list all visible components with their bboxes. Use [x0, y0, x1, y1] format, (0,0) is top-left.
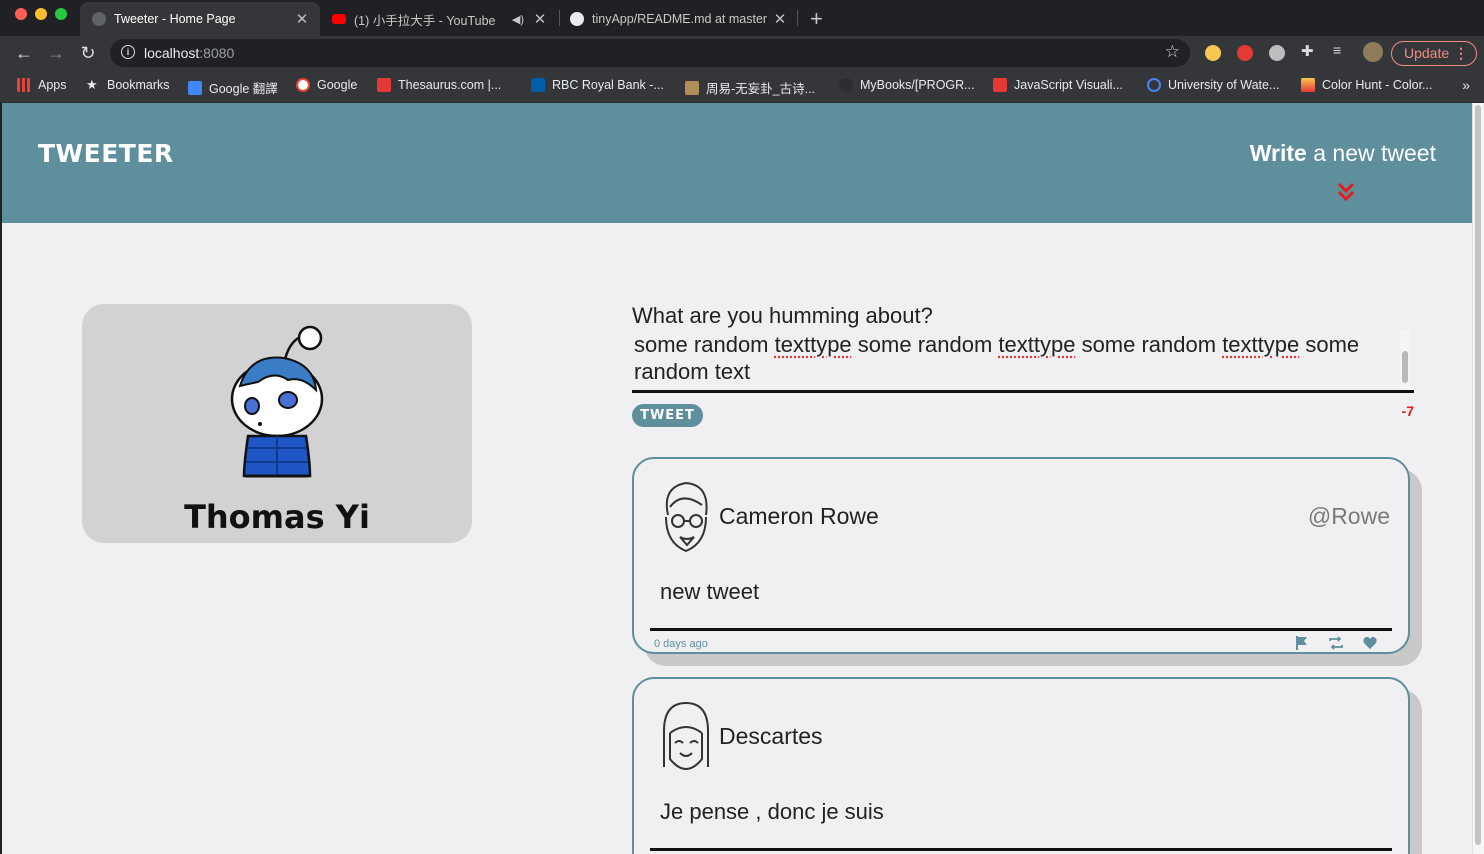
- textarea-scrollbar[interactable]: [1400, 331, 1410, 389]
- tweet-input-label: What are you humming about?: [632, 303, 933, 328]
- bookmark-star-icon[interactable]: ☆: [1165, 42, 1180, 62]
- tweet-actions: [1294, 635, 1378, 651]
- tweet-submit-button[interactable]: TWEET: [632, 404, 703, 427]
- extension-icon[interactable]: [1269, 45, 1285, 61]
- more-bookmarks-icon[interactable]: »: [1462, 77, 1470, 93]
- tab-github[interactable]: tinyApp/README.md at master ✕: [558, 2, 798, 36]
- page-scroll-thumb[interactable]: [1475, 105, 1481, 845]
- tweet-content: new tweet: [660, 579, 760, 604]
- close-window-button[interactable]: [15, 8, 27, 20]
- youtube-icon: [332, 14, 346, 24]
- forward-icon[interactable]: →: [44, 41, 68, 65]
- reload-icon[interactable]: ↻: [76, 41, 100, 65]
- tweet-card: Cameron Rowe @Rowe new tweet 0 days ago: [632, 457, 1410, 654]
- maximize-window-button[interactable]: [55, 8, 67, 20]
- tab-title: Tweeter - Home Page: [114, 12, 236, 26]
- site-header: TWEETER Write a new tweet: [2, 103, 1472, 223]
- profile-name: Thomas Yi: [184, 498, 370, 536]
- tweet-author-avatar: [665, 481, 708, 553]
- tweet-card: Descartes Je pense , donc je suis: [632, 677, 1410, 854]
- close-tab-icon[interactable]: ✕: [294, 10, 310, 28]
- flag-icon[interactable]: [1294, 635, 1310, 651]
- tab-title: (1) 小手拉大手 - YouTube: [354, 13, 496, 28]
- bookmark-thesaurus[interactable]: Thesaurus.com |...: [377, 78, 501, 92]
- back-icon[interactable]: ←: [12, 41, 36, 65]
- media-control-icon[interactable]: ≡: [1333, 42, 1349, 58]
- tweet-timestamp: 0 days ago: [654, 638, 708, 650]
- bookmark-apps[interactable]: Apps: [17, 78, 67, 92]
- site-logo: TWEETER: [38, 139, 174, 168]
- bookmark-mybooks[interactable]: MyBooks/[PROGR...: [839, 78, 975, 92]
- bookmark-uwaterloo[interactable]: University of Wate...: [1147, 78, 1279, 92]
- bookmark-google[interactable]: Google: [296, 78, 357, 92]
- google-icon: [296, 78, 310, 92]
- globe-icon: [92, 12, 106, 26]
- bookmark-bookmarks[interactable]: ★ Bookmarks: [86, 77, 170, 93]
- tweet-divider: [650, 628, 1392, 631]
- user-avatar: [230, 325, 324, 478]
- tweet-divider: [650, 848, 1392, 851]
- textarea-underline: [632, 390, 1414, 393]
- url-text: localhost:8080: [144, 45, 235, 61]
- tab-tweeter[interactable]: Tweeter - Home Page ✕: [80, 2, 320, 36]
- tweet-author-name: Cameron Rowe: [719, 503, 879, 529]
- write-new-tweet-link[interactable]: Write a new tweet: [1250, 140, 1436, 167]
- minimize-window-button[interactable]: [35, 8, 47, 20]
- tab-divider: [797, 10, 798, 26]
- browser-toolbar: ← → ↻ i localhost:8080 ☆ ✚ ≡ Update ⋮: [0, 36, 1484, 70]
- udemy-icon: [993, 78, 1007, 92]
- tab-title: tinyApp/README.md at master: [592, 12, 768, 26]
- tweet-author-name: Descartes: [719, 723, 823, 749]
- github-icon: [570, 12, 584, 26]
- bookmark-zhouyi[interactable]: 周易-无妄卦_古诗...: [685, 78, 815, 97]
- character-counter: -7: [1401, 403, 1414, 419]
- speaker-icon[interactable]: ◀): [512, 13, 524, 26]
- profile-card: Thomas Yi: [82, 304, 472, 543]
- bookmark-rbc[interactable]: RBC Royal Bank -...: [531, 78, 664, 92]
- bookmark-js-visualizer[interactable]: JavaScript Visuali...: [993, 78, 1123, 92]
- tab-youtube[interactable]: (1) 小手拉大手 - YouTube ◀) ✕: [320, 2, 558, 36]
- tweet-content: Je pense , donc je suis: [660, 799, 884, 824]
- bookmarks-bar: Apps ★ Bookmarks Google 翻譯 Google Thesaur…: [0, 70, 1484, 103]
- translate-icon: [188, 80, 202, 95]
- textarea-scroll-thumb[interactable]: [1402, 351, 1408, 383]
- puzzle-icon[interactable]: ✚: [1301, 42, 1317, 60]
- bookmark-google-translate[interactable]: Google 翻譯: [188, 78, 278, 97]
- profile-avatar[interactable]: [1363, 42, 1383, 62]
- close-tab-icon[interactable]: ✕: [532, 10, 548, 28]
- adblock-icon[interactable]: [1237, 45, 1253, 61]
- rbc-icon: [531, 78, 545, 92]
- color-hunt-icon: [1301, 78, 1315, 92]
- retweet-icon[interactable]: [1328, 635, 1344, 651]
- tweet-author-handle: @Rowe: [1307, 503, 1390, 529]
- github-icon: [839, 78, 853, 92]
- poem-icon: [685, 80, 699, 95]
- double-chevron-down-icon[interactable]: [1337, 181, 1355, 203]
- apps-grid-icon: [17, 78, 31, 92]
- tweet-author-avatar: [663, 701, 709, 771]
- loading-icon: [1147, 78, 1161, 92]
- address-bar[interactable]: i localhost:8080 ☆: [110, 39, 1190, 67]
- thesaurus-icon: [377, 78, 391, 92]
- update-button[interactable]: Update ⋮: [1391, 41, 1477, 66]
- extension-icon[interactable]: [1205, 45, 1221, 61]
- bookmark-color-hunt[interactable]: Color Hunt - Color...: [1301, 78, 1432, 92]
- tweet-textarea[interactable]: some random texttype some random texttyp…: [634, 331, 1399, 385]
- page-scrollbar[interactable]: [1472, 103, 1484, 854]
- new-tab-button[interactable]: +: [810, 6, 823, 32]
- star-icon: ★: [86, 77, 98, 92]
- tab-strip: Tweeter - Home Page ✕ (1) 小手拉大手 - YouTub…: [0, 0, 1484, 36]
- site-info-icon[interactable]: i: [121, 45, 135, 59]
- web-page: TWEETER Write a new tweet Thomas Yi What…: [2, 103, 1472, 854]
- heart-icon[interactable]: [1362, 635, 1378, 651]
- close-tab-icon[interactable]: ✕: [772, 10, 788, 28]
